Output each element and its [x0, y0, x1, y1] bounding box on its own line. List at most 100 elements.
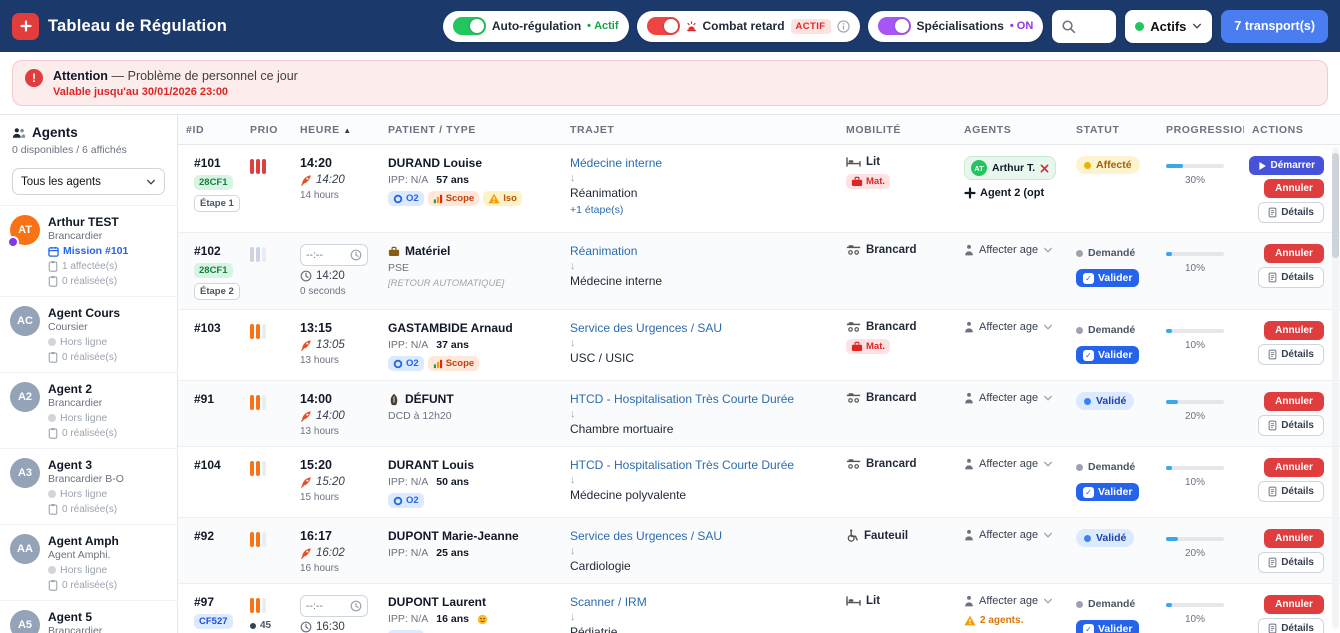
validate-button[interactable]: ✓Valider [1076, 620, 1139, 633]
trajet-origin-link[interactable]: HTCD - Hospitalisation Très Courte Durée [570, 392, 830, 406]
details-button[interactable]: Détails [1258, 267, 1324, 288]
agent-list-item-aa[interactable]: AAAgent AmphAgent Amphi.Hors ligne0 réal… [0, 524, 177, 600]
status-filter-select[interactable]: Actifs [1125, 10, 1212, 43]
priority-bars [250, 532, 284, 547]
trajet-destination: Cardiologie [570, 559, 830, 573]
status-dot-icon [1084, 535, 1091, 542]
assign-agent-dropdown[interactable]: Affecter age [964, 458, 1060, 470]
agent-mission-link[interactable]: Mission #101 [48, 245, 128, 257]
doc-icon [1268, 207, 1277, 218]
agent-list-item-a5[interactable]: A5Agent 5BrancardierHors ligne0 réalisée… [0, 600, 177, 633]
assigned-agent-chip[interactable]: ATArthur T. [964, 156, 1056, 180]
trajet-origin-link[interactable]: Scanner / IRM [570, 595, 830, 609]
column-header-actions[interactable]: ACTIONS [1244, 124, 1340, 136]
toggle-switch-specialisations[interactable] [878, 17, 911, 35]
agent-list-item-ac[interactable]: ACAgent CoursCoursierHors ligne0 réalisé… [0, 296, 177, 372]
details-button[interactable]: Détails [1258, 552, 1324, 573]
search-box[interactable] [1052, 10, 1116, 43]
info-icon[interactable] [837, 20, 850, 33]
trajet-origin-link[interactable]: HTCD - Hospitalisation Très Courte Durée [570, 458, 830, 472]
cancel-button[interactable]: Annuler [1264, 244, 1324, 263]
trajet-origin-link[interactable]: Médecine interne [570, 156, 830, 170]
assign-agent-dropdown[interactable]: Affecter age [964, 529, 1060, 541]
transport-count-button[interactable]: 7 transport(s) [1221, 10, 1328, 43]
transport-row-97: #97CF527Étape 245--:--16:300 secondsDUPO… [178, 584, 1340, 633]
transport-id: #101 [194, 156, 221, 170]
agent-list-item-a3[interactable]: A3Agent 3Brancardier B-OHors ligne0 réal… [0, 448, 177, 524]
patient-badge-scope: Scope [428, 191, 480, 206]
mobility-type: Brancard [846, 244, 948, 256]
toggle-state: • Actif [587, 20, 618, 32]
transport-row-92: #9216:1716:0216 hoursDUPONT Marie-Jeanne… [178, 518, 1340, 584]
assign-agent-dropdown[interactable]: Affecter age [964, 244, 1060, 256]
toggle-switch-combat-retard[interactable] [647, 17, 680, 35]
progress-percent: 10% [1166, 477, 1224, 488]
progress-percent: 20% [1166, 411, 1224, 422]
time-input[interactable]: --:-- [300, 244, 368, 266]
agent-avatar: A2 [10, 382, 40, 412]
doc-icon [1268, 486, 1277, 497]
status-filter-value: Actifs [1150, 19, 1186, 34]
assign-agent-dropdown[interactable]: Affecter age [964, 595, 1060, 607]
details-button[interactable]: Détails [1258, 344, 1324, 365]
column-header-patient-type[interactable]: PATIENT / TYPE [380, 124, 562, 136]
agent-list-item-at[interactable]: ATArthur TESTBrancardierMission #1011 af… [0, 205, 177, 296]
cancel-button[interactable]: Annuler [1264, 458, 1324, 477]
assign-agent-dropdown[interactable]: Affecter age [964, 321, 1060, 333]
details-button[interactable]: Détails [1258, 202, 1324, 223]
validate-button[interactable]: ✓Valider [1076, 269, 1139, 287]
toggle-auto-regulation[interactable]: Auto-régulation• Actif [443, 11, 629, 42]
arrow-down-icon: ↓ [570, 611, 830, 623]
doc-icon [1268, 349, 1277, 360]
trajet-origin-link[interactable]: Réanimation [570, 244, 830, 258]
check-icon: ✓ [1083, 273, 1094, 284]
details-button[interactable]: Détails [1258, 481, 1324, 502]
progress-bar [1166, 164, 1224, 168]
details-button[interactable]: Détails [1258, 415, 1324, 436]
column-header-mobilit[interactable]: MOBILITÉ [838, 124, 956, 136]
cancel-button[interactable]: Annuler [1264, 529, 1324, 548]
start-button[interactable]: Démarrer [1249, 156, 1324, 175]
remove-agent-icon[interactable] [1040, 164, 1049, 173]
cancel-button[interactable]: Annuler [1264, 179, 1324, 198]
column-header-trajet[interactable]: TRAJET [562, 124, 838, 136]
scrollbar-thumb[interactable] [1332, 153, 1339, 258]
add-agent-button[interactable]: Agent 2 (opt [964, 187, 1060, 199]
trajet-extra-steps-link[interactable]: +1 étape(s) [570, 204, 830, 216]
vertical-scrollbar[interactable] [1332, 147, 1339, 629]
offline-dot-icon [48, 414, 56, 422]
search-input[interactable] [1081, 19, 1107, 33]
chevron-icon [1043, 245, 1053, 255]
trajet-origin-link[interactable]: Service des Urgences / SAU [570, 529, 830, 543]
app-root: Tableau de Régulation Auto-régulation• A… [0, 0, 1340, 633]
cancel-button[interactable]: Annuler [1264, 321, 1324, 340]
elapsed-time: 16 hours [300, 563, 372, 574]
agents-sidebar: Agents 0 disponibles / 6 affichés Tous l… [0, 115, 178, 633]
warn-icon [488, 193, 500, 204]
column-header-agents[interactable]: AGENTS [956, 124, 1068, 136]
time-input[interactable]: --:-- [300, 595, 368, 617]
cancel-button[interactable]: Annuler [1264, 392, 1324, 411]
assign-agent-dropdown[interactable]: Affecter age [964, 392, 1060, 404]
details-button[interactable]: Détails [1258, 618, 1324, 633]
patient-ipp: IPP: N/A [388, 547, 428, 559]
cancel-button[interactable]: Annuler [1264, 595, 1324, 614]
toggle-combat-retard[interactable]: Combat retardACTIF [637, 11, 860, 42]
column-header-progression[interactable]: PROGRESSION [1158, 124, 1244, 136]
agent-list-item-a2[interactable]: A2Agent 2BrancardierHors ligne0 réalisée… [0, 372, 177, 448]
trajet-origin-link[interactable]: Service des Urgences / SAU [570, 321, 830, 335]
column-header-statut[interactable]: STATUT [1068, 124, 1158, 136]
patient-name: DÉFUNT [388, 392, 554, 406]
stretcher-icon [846, 392, 861, 404]
column-header-heure[interactable]: HEURE ▲ [292, 124, 380, 136]
validate-button[interactable]: ✓Valider [1076, 346, 1139, 364]
agent-filter-select[interactable]: Tous les agents [12, 168, 165, 195]
validate-button[interactable]: ✓Valider [1076, 483, 1139, 501]
rocket-icon [300, 410, 312, 422]
transport-code-badge: CF527 [194, 614, 233, 629]
status-badge: Demandé [1076, 244, 1143, 262]
column-header-id[interactable]: #ID [178, 124, 242, 136]
toggle-specialisations[interactable]: Spécialisations• ON [868, 11, 1044, 42]
toggle-switch-auto-regulation[interactable] [453, 17, 486, 35]
column-header-prio[interactable]: PRIO [242, 124, 292, 136]
